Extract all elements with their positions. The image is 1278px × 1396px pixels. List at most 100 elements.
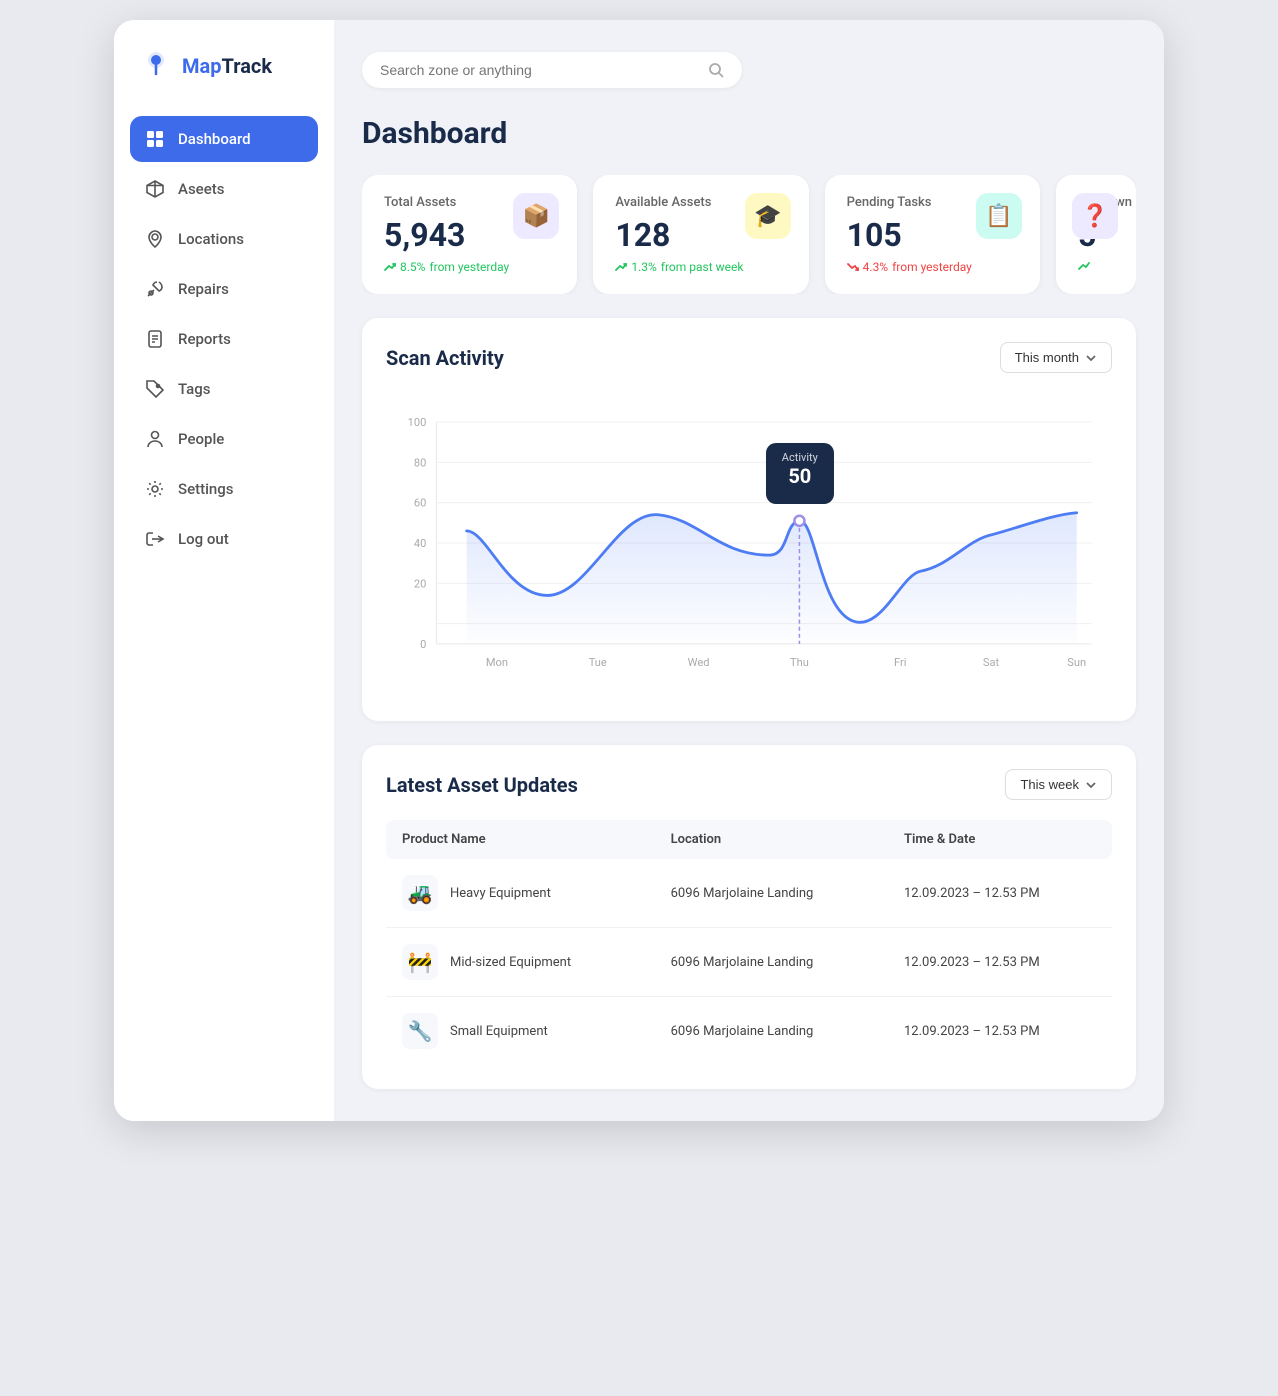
chart-area [467, 513, 1077, 644]
chart-wrapper: 100 80 60 40 20 0 Mon Tue Wed Thu Fri Sa… [386, 393, 1112, 697]
stat-change: 8.5% from yesterday [384, 260, 555, 274]
scan-activity-section: Scan Activity This month [362, 318, 1136, 721]
svg-text:100: 100 [408, 416, 427, 429]
sidebar-item-label: Dashboard [178, 130, 251, 148]
svg-text:Sat: Sat [983, 656, 1000, 669]
svg-text:0: 0 [420, 638, 426, 651]
stat-icon: ❓ [1072, 193, 1118, 239]
product-name: Mid-sized Equipment [450, 955, 571, 970]
table-title: Latest Asset Updates [386, 773, 578, 797]
sidebar-item-tags[interactable]: Tags [130, 366, 318, 412]
sidebar-item-label: Log out [178, 530, 229, 548]
product-datetime: 12.09.2023 – 12.53 PM [888, 928, 1112, 997]
svg-text:Tue: Tue [589, 656, 607, 669]
product-datetime: 12.09.2023 – 12.53 PM [888, 997, 1112, 1066]
scan-activity-chart: 100 80 60 40 20 0 Mon Tue Wed Thu Fri Sa… [386, 393, 1112, 693]
top-bar [362, 52, 1136, 88]
table-row: 🔧 Small Equipment 6096 Marjolaine Landin… [386, 997, 1112, 1066]
stat-icon: 🎓 [745, 193, 791, 239]
chart-filter-button[interactable]: This month [1000, 342, 1112, 373]
svg-text:Thu: Thu [790, 656, 809, 669]
stat-card-total-assets: Total Assets 5,943 8.5% from yesterday 📦 [362, 175, 577, 294]
sidebar-item-repairs[interactable]: Repairs [130, 266, 318, 312]
stat-change: 1.3% from past week [615, 260, 786, 274]
grid-icon [144, 128, 166, 150]
table-row: 🚧 Mid-sized Equipment 6096 Marjolaine La… [386, 928, 1112, 997]
asset-updates-section: Latest Asset Updates This week Product N… [362, 745, 1136, 1089]
sidebar-item-reports[interactable]: Reports [130, 316, 318, 362]
page-title: Dashboard [362, 116, 1136, 151]
svg-text:40: 40 [414, 537, 426, 550]
stat-change [1078, 260, 1114, 272]
product-location: 6096 Marjolaine Landing [655, 997, 888, 1066]
location-pin-icon [144, 228, 166, 250]
product-icon: 🔧 [402, 1013, 438, 1049]
trend-up-icon [1078, 260, 1090, 272]
product-icon: 🚜 [402, 875, 438, 911]
stat-card-unknown: Unknown 5 ❓ [1056, 175, 1136, 294]
asset-table: Product Name Location Time & Date 🚜 Heav… [386, 820, 1112, 1065]
logout-icon [144, 528, 166, 550]
document-icon [144, 328, 166, 350]
section-header: Scan Activity This month [386, 342, 1112, 373]
section-header: Latest Asset Updates This week [386, 769, 1112, 800]
search-input[interactable] [380, 62, 698, 78]
sidebar-item-label: Locations [178, 230, 244, 248]
tooltip-point [794, 516, 804, 526]
table-row: 🚜 Heavy Equipment 6096 Marjolaine Landin… [386, 859, 1112, 928]
product-cell: 🔧 Small Equipment [402, 1013, 639, 1049]
chevron-down-icon [1085, 352, 1097, 364]
gear-icon [144, 478, 166, 500]
trend-up-icon [384, 261, 396, 273]
logo-icon [138, 48, 174, 84]
sidebar-item-dashboard[interactable]: Dashboard [130, 116, 318, 162]
stats-row: Total Assets 5,943 8.5% from yesterday 📦… [362, 175, 1136, 294]
product-location: 6096 Marjolaine Landing [655, 859, 888, 928]
stat-icon: 📦 [513, 193, 559, 239]
person-icon [144, 428, 166, 450]
trend-up-icon [615, 261, 627, 273]
product-cell: 🚧 Mid-sized Equipment [402, 944, 639, 980]
sidebar-item-label: Repairs [178, 280, 229, 298]
product-name: Heavy Equipment [450, 886, 551, 901]
col-header-product: Product Name [386, 820, 655, 859]
sidebar-item-settings[interactable]: Settings [130, 466, 318, 512]
stat-change: 4.3% from yesterday [847, 260, 1018, 274]
product-icon: 🚧 [402, 944, 438, 980]
sidebar: MapTrack Dashboard Aseets [114, 20, 334, 1121]
logo-text: MapTrack [182, 54, 272, 78]
search-icon [708, 62, 724, 78]
sidebar-item-logout[interactable]: Log out [130, 516, 318, 562]
tools-icon [144, 278, 166, 300]
sidebar-item-locations[interactable]: Locations [130, 216, 318, 262]
app-container: MapTrack Dashboard Aseets [114, 20, 1164, 1121]
svg-text:80: 80 [414, 456, 426, 469]
svg-text:Sun: Sun [1067, 656, 1086, 669]
product-location: 6096 Marjolaine Landing [655, 928, 888, 997]
sidebar-item-label: Reports [178, 330, 231, 348]
logo: MapTrack [130, 48, 318, 84]
trend-down-icon [847, 261, 859, 273]
sidebar-item-label: Settings [178, 480, 234, 498]
cube-icon [144, 178, 166, 200]
svg-text:Fri: Fri [894, 656, 906, 669]
stat-card-pending-tasks: Pending Tasks 105 4.3% from yesterday 📋 [825, 175, 1040, 294]
col-header-location: Location [655, 820, 888, 859]
table-filter-button[interactable]: This week [1005, 769, 1112, 800]
stat-card-available-assets: Available Assets 128 1.3% from past week… [593, 175, 808, 294]
product-name: Small Equipment [450, 1024, 548, 1039]
chevron-down-icon [1085, 779, 1097, 791]
sidebar-item-label: People [178, 430, 224, 448]
product-datetime: 12.09.2023 – 12.53 PM [888, 859, 1112, 928]
search-bar[interactable] [362, 52, 742, 88]
sidebar-item-label: Tags [178, 380, 210, 398]
sidebar-item-assets[interactable]: Aseets [130, 166, 318, 212]
svg-text:Wed: Wed [688, 656, 710, 669]
svg-text:60: 60 [414, 497, 426, 510]
stat-icon: 📋 [976, 193, 1022, 239]
sidebar-item-label: Aseets [178, 180, 224, 198]
col-header-datetime: Time & Date [888, 820, 1112, 859]
sidebar-item-people[interactable]: People [130, 416, 318, 462]
product-cell: 🚜 Heavy Equipment [402, 875, 639, 911]
chart-title: Scan Activity [386, 346, 504, 370]
